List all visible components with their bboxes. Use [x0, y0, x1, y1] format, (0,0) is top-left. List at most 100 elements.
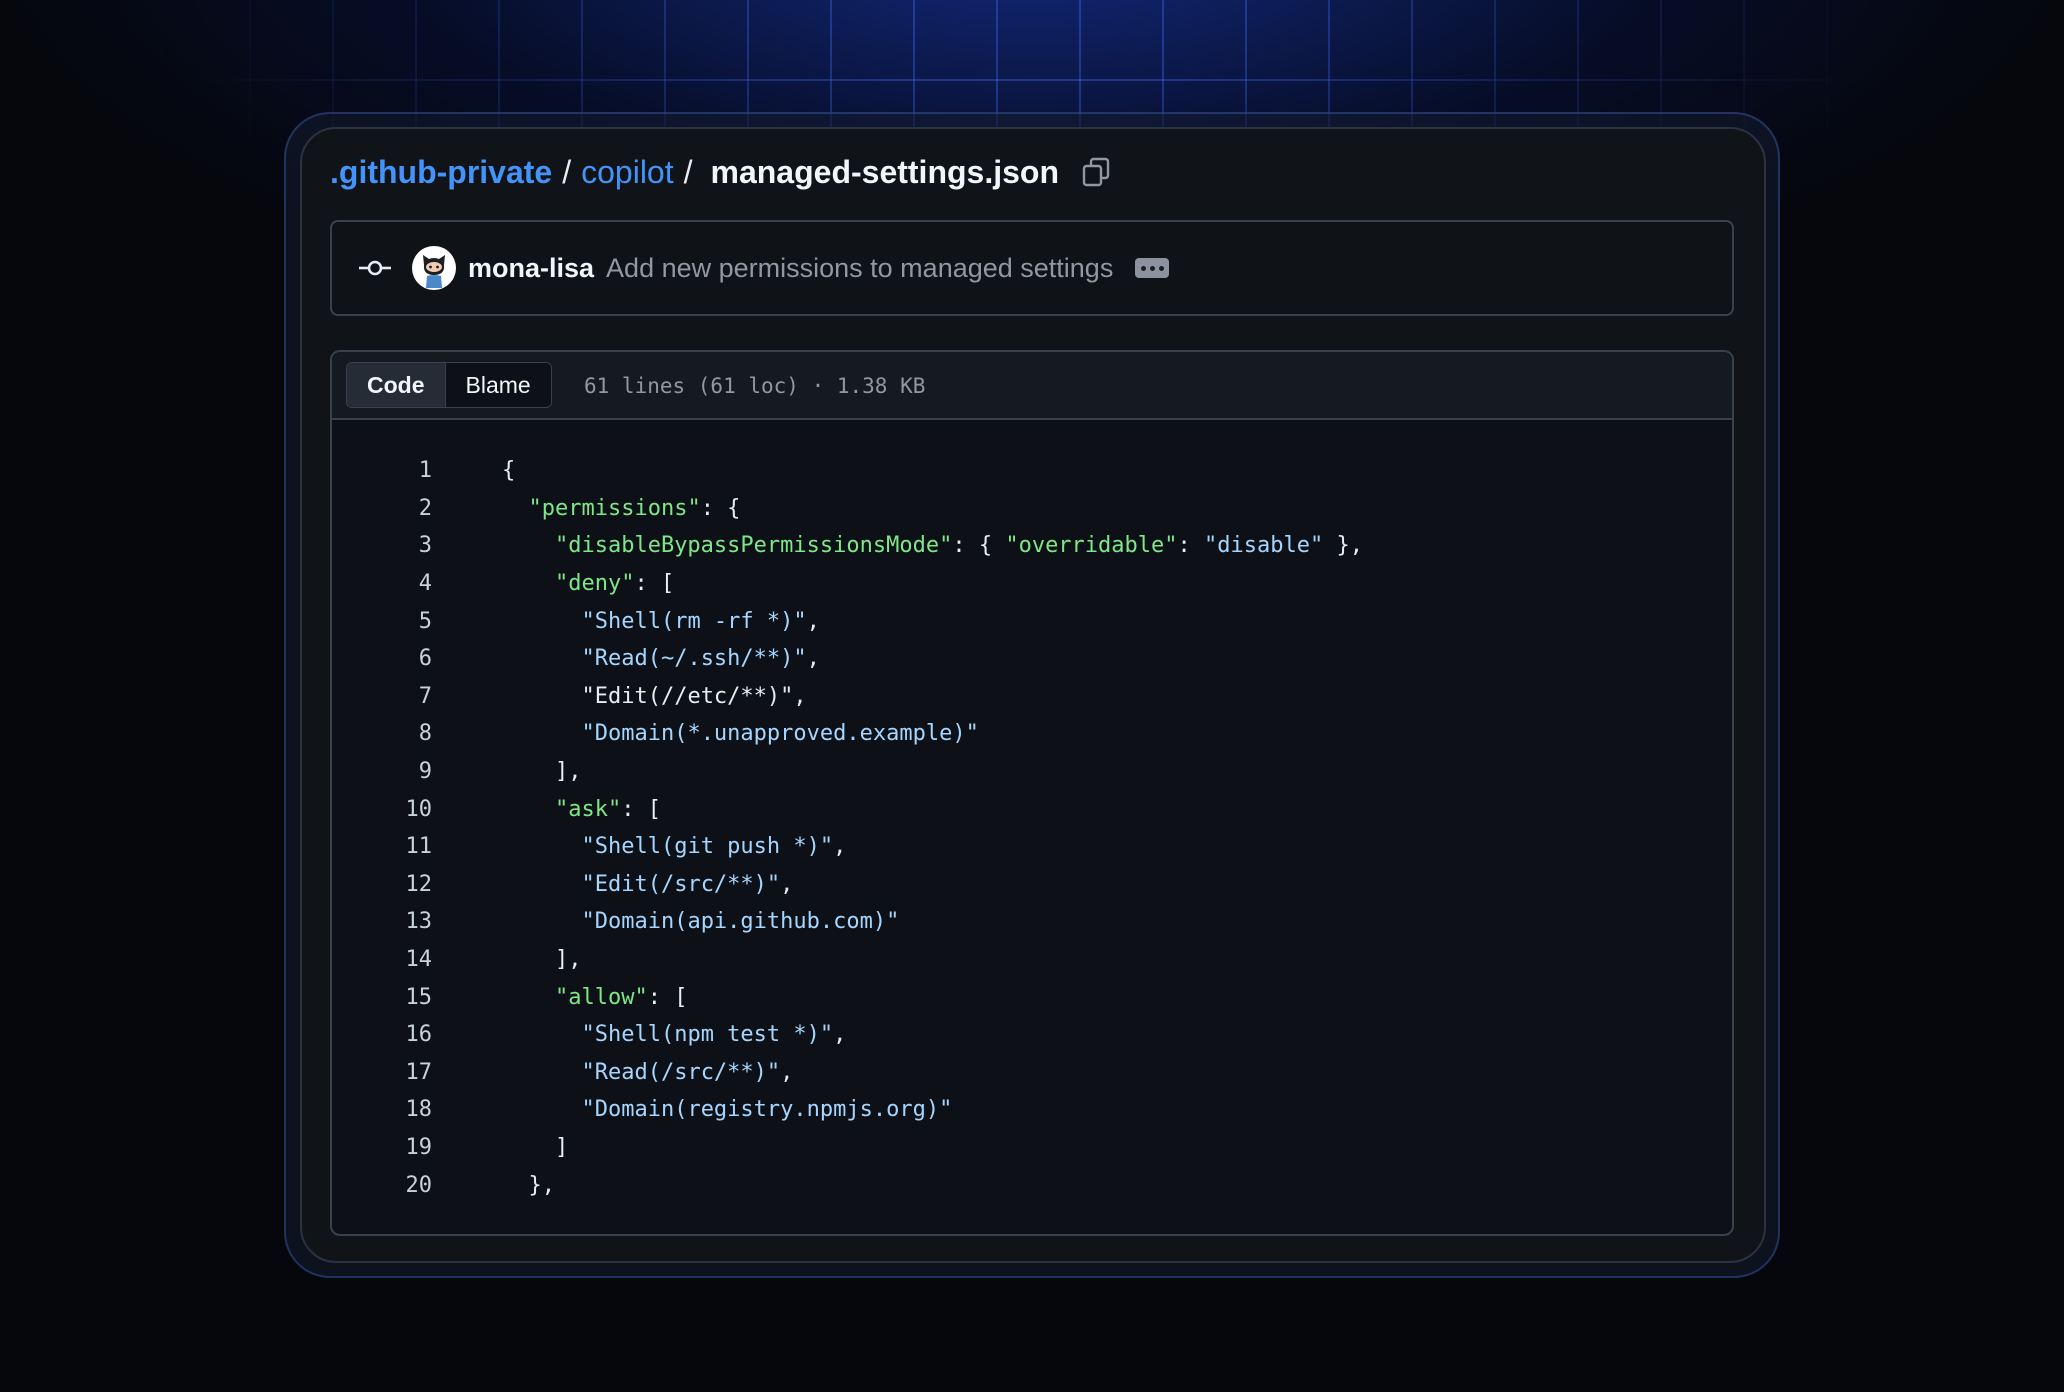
tab-blame[interactable]: Blame	[445, 363, 551, 407]
code-text: "Edit(/src/**)",	[502, 872, 793, 897]
code-line: 18 "Domain(registry.npmjs.org)"	[332, 1091, 1732, 1129]
json-key: "disableBypassPermissionsMode"	[554, 533, 953, 559]
code-text: "ask": [	[502, 797, 661, 822]
json-punctuation: ]	[554, 1134, 569, 1160]
code-text: ],	[502, 759, 582, 785]
code-text: "Edit(//etc/**)",	[502, 683, 807, 709]
code-line: 5 "Shell(rm -rf *)",	[332, 602, 1732, 640]
json-string: "disable"	[1204, 533, 1324, 559]
json-string: "Read(/src/**)"	[581, 1059, 781, 1085]
line-number[interactable]: 16	[332, 1022, 433, 1047]
tab-code[interactable]: Code	[347, 363, 446, 407]
copy-icon	[1082, 157, 1110, 187]
code-text: "Read(/src/**)",	[502, 1060, 793, 1085]
commit-author[interactable]: mona-lisa	[468, 253, 594, 284]
line-number[interactable]: 18	[332, 1097, 433, 1122]
view-mode-toggle: Code Blame	[346, 362, 552, 408]
code-text: "disableBypassPermissionsMode": { "overr…	[502, 533, 1363, 558]
json-punctuation: ,	[780, 871, 794, 897]
breadcrumb: .github-private / copilot / managed-sett…	[330, 148, 1111, 196]
code-view: 1{2 "permissions": {3 "disableBypassPerm…	[332, 452, 1732, 1204]
line-number[interactable]: 4	[332, 571, 432, 596]
code-line: 15 "allow": [	[332, 978, 1732, 1016]
code-line: 2 "permissions": {	[332, 490, 1732, 528]
code-text: "Domain(*.unapproved.example)"	[502, 721, 978, 746]
json-string: "Edit(/src/**)"	[581, 871, 781, 897]
code-text: "Read(~/.ssh/**)",	[502, 646, 820, 672]
json-punctuation: ],	[554, 947, 582, 973]
file-header: Code Blame 61 lines (61 loc) · 1.38 KB	[332, 352, 1732, 420]
git-commit-icon	[358, 256, 394, 280]
code-text: "Shell(rm -rf *)",	[502, 608, 819, 634]
code-text: },	[502, 1172, 556, 1198]
json-key: "deny"	[554, 571, 635, 597]
line-number[interactable]: 15	[332, 985, 433, 1010]
json-key: "permissions"	[528, 495, 701, 521]
json-punctuation: ],	[554, 759, 582, 785]
line-number[interactable]: 13	[332, 909, 433, 934]
json-punctuation: ,	[806, 646, 820, 672]
json-key: "overridable"	[1005, 533, 1178, 559]
line-number[interactable]: 5	[332, 609, 432, 634]
line-number[interactable]: 9	[332, 759, 432, 784]
code-line: 17 "Read(/src/**)",	[332, 1054, 1732, 1092]
commit-message[interactable]: Add new permissions to managed settings	[606, 253, 1113, 284]
json-string: "Domain(registry.npmjs.org)"	[581, 1097, 953, 1123]
code-line: 12 "Edit(/src/**)",	[332, 866, 1732, 904]
code-line: 8 "Domain(*.unapproved.example)"	[332, 715, 1732, 753]
copy-path-button[interactable]	[1081, 155, 1111, 189]
code-text: "Domain(api.github.com)"	[502, 909, 899, 934]
json-punctuation: "Edit(//etc/**)"	[581, 683, 794, 709]
json-punctuation: : [	[634, 571, 675, 597]
breadcrumb-separator: /	[562, 153, 572, 190]
code-text: "permissions": {	[502, 495, 741, 521]
line-number[interactable]: 6	[332, 646, 432, 671]
line-number[interactable]: 2	[332, 496, 432, 521]
code-line: 3 "disableBypassPermissionsMode": { "ove…	[332, 527, 1732, 565]
json-string: "Shell(git push *)"	[581, 834, 834, 860]
json-punctuation: : {	[700, 495, 741, 521]
octocat-avatar[interactable]	[412, 246, 456, 290]
json-punctuation: : [	[621, 796, 661, 822]
code-line: 10 "ask": [	[332, 790, 1732, 828]
json-punctuation: ,	[793, 683, 807, 709]
code-text: {	[502, 458, 515, 483]
line-number[interactable]: 3	[332, 533, 432, 558]
json-punctuation: },	[1323, 533, 1363, 559]
json-string: "Read(~/.ssh/**)"	[581, 646, 807, 672]
code-line: 9 ],	[332, 753, 1732, 791]
code-line: 1{	[332, 452, 1732, 490]
file-stats: 61 lines (61 loc) · 1.38 KB	[584, 374, 926, 398]
json-string: "Shell(rm -rf *)"	[581, 608, 807, 634]
line-number[interactable]: 12	[332, 872, 433, 897]
breadcrumb-repo-link[interactable]: .github-private	[330, 154, 552, 191]
line-number[interactable]: 17	[332, 1060, 433, 1085]
code-line: 19 ]	[332, 1129, 1732, 1167]
code-line: 16 "Shell(npm test *)",	[332, 1016, 1732, 1054]
line-number[interactable]: 8	[332, 721, 432, 746]
code-line: 4 "deny": [	[332, 565, 1732, 603]
code-line: 13 "Domain(api.github.com)"	[332, 903, 1732, 941]
json-key: "ask"	[554, 796, 622, 822]
latest-commit-bar: mona-lisa Add new permissions to managed…	[330, 220, 1734, 316]
line-number[interactable]: 14	[332, 947, 433, 972]
json-punctuation: :	[1177, 533, 1205, 559]
ellipsis-icon[interactable]	[1135, 258, 1170, 278]
line-number[interactable]: 7	[332, 684, 432, 709]
code-text: "allow": [	[502, 985, 687, 1010]
code-text: "deny": [	[502, 571, 674, 596]
code-text: "Shell(npm test *)",	[502, 1022, 846, 1047]
json-punctuation: : {	[952, 533, 1006, 559]
code-line: 20 },	[332, 1166, 1732, 1204]
json-punctuation: },	[528, 1172, 556, 1198]
json-string: "Domain(api.github.com)"	[581, 909, 900, 935]
json-punctuation: ,	[833, 834, 847, 860]
code-text: "Shell(git push *)",	[502, 834, 846, 859]
line-number[interactable]: 10	[332, 797, 433, 822]
breadcrumb-folder-link[interactable]: copilot	[581, 154, 674, 191]
line-number[interactable]: 20	[332, 1173, 433, 1198]
code-line: 14 ],	[332, 941, 1732, 979]
line-number[interactable]: 1	[332, 458, 432, 483]
line-number[interactable]: 19	[332, 1135, 433, 1160]
line-number[interactable]: 11	[332, 834, 433, 859]
